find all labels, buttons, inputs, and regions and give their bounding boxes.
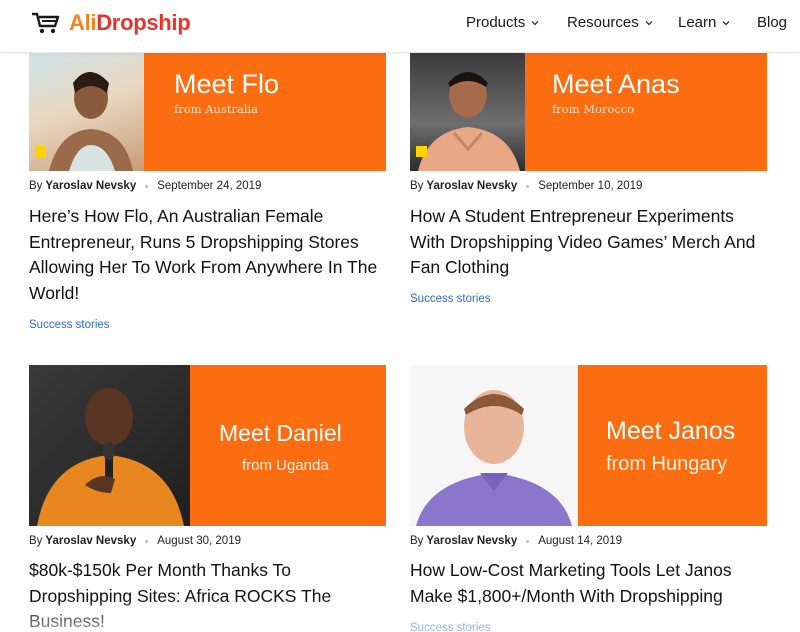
nav-learn-label: Learn	[678, 14, 717, 31]
person-silhouette	[37, 388, 184, 526]
post-date: September 24, 2019	[157, 180, 262, 192]
author-prefix: By	[410, 180, 424, 192]
site-header: AliDropship Products Resources Learn Blo…	[0, 0, 800, 53]
meet-origin: from Hungary	[606, 453, 728, 475]
person-photo	[29, 53, 144, 171]
post-date: August 14, 2019	[538, 535, 622, 547]
author-prefix: By	[29, 535, 43, 547]
post-category[interactable]: Success stories	[410, 622, 491, 632]
chevron-down-icon	[645, 20, 653, 25]
logo-text: AliDropship	[69, 10, 191, 35]
post-thumbnail[interactable]: Meet Flo from Australia	[29, 53, 386, 171]
person-photo	[29, 365, 190, 526]
meet-origin: from Morocco	[552, 102, 635, 116]
accent-square	[416, 146, 427, 157]
nav-blog[interactable]: Blog	[757, 14, 787, 31]
post-date: September 10, 2019	[538, 180, 643, 192]
nav-products-label: Products	[466, 14, 526, 31]
post-category[interactable]: Success stories	[410, 293, 491, 305]
post-title[interactable]: How A Student Entrepreneur Experiments W…	[410, 204, 772, 281]
author-name[interactable]: Yaroslav Nevsky	[426, 180, 517, 192]
post-title[interactable]: How Low-Cost Marketing Tools Let Janos M…	[410, 558, 772, 609]
nav-resources-label: Resources	[567, 14, 639, 31]
post-meta: By Yaroslav Nevsky August 30, 2019	[29, 535, 241, 547]
nav-blog-label: Blog	[757, 14, 788, 31]
post-category[interactable]: Success stories	[29, 319, 110, 331]
post-meta: By Yaroslav Nevsky September 24, 2019	[29, 180, 261, 192]
author-prefix: By	[410, 535, 424, 547]
separator-dot	[145, 539, 149, 543]
meet-origin: from Uganda	[242, 457, 329, 474]
author-prefix: By	[29, 180, 43, 192]
post-date: August 30, 2019	[157, 535, 241, 547]
post-thumbnail[interactable]: Meet Anas from Morocco	[410, 53, 767, 171]
alidropship-logo[interactable]: AliDropship	[31, 10, 191, 36]
nav-products[interactable]: Products	[466, 14, 539, 31]
meet-heading: Meet Daniel	[219, 420, 342, 446]
person-silhouette	[418, 72, 520, 171]
post-meta: By Yaroslav Nevsky August 14, 2019	[410, 535, 622, 547]
separator-dot	[526, 184, 530, 188]
post-meta: By Yaroslav Nevsky September 10, 2019	[410, 180, 642, 192]
post-title[interactable]: $80k-$150k Per Month Thanks To Dropshipp…	[29, 558, 391, 632]
person-silhouette	[416, 390, 572, 526]
author-name[interactable]: Yaroslav Nevsky	[426, 535, 517, 547]
chevron-down-icon	[531, 20, 539, 25]
nav-learn[interactable]: Learn	[678, 14, 730, 31]
author-name[interactable]: Yaroslav Nevsky	[45, 535, 136, 547]
meet-heading: Meet Janos	[606, 417, 736, 445]
chevron-down-icon	[722, 20, 730, 25]
post-thumbnail[interactable]: Meet Janos from Hungary	[410, 365, 767, 526]
post-title[interactable]: Here’s How Flo, An Australian Female Ent…	[29, 204, 391, 306]
meet-heading: Meet Anas	[552, 69, 680, 99]
nav-resources[interactable]: Resources	[567, 14, 653, 31]
post-thumbnail[interactable]: Meet Daniel from Uganda	[29, 365, 386, 526]
separator-dot	[526, 539, 530, 543]
person-photo	[410, 53, 525, 171]
person-silhouette	[49, 72, 133, 171]
meet-heading: Meet Flo	[174, 69, 280, 99]
separator-dot	[145, 184, 149, 188]
author-name[interactable]: Yaroslav Nevsky	[45, 180, 136, 192]
person-photo	[410, 365, 578, 526]
accent-square	[35, 146, 46, 157]
meet-origin: from Australia	[174, 102, 259, 116]
shopping-cart-icon	[32, 12, 60, 34]
